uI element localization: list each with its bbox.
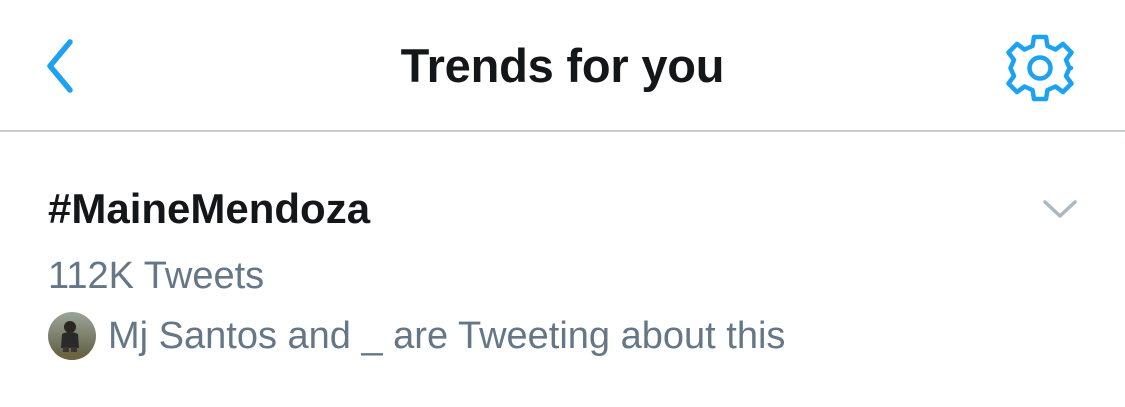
trend-name[interactable]: #MaineMendoza [48, 184, 370, 234]
trend-more-button[interactable] [1030, 184, 1090, 234]
navigation-header: Trends for you [0, 0, 1125, 132]
avatar [48, 312, 96, 360]
trend-item[interactable]: #MaineMendoza 112K Tweets Mj Santos and … [0, 134, 1125, 407]
settings-button[interactable] [1000, 30, 1080, 106]
trend-context: Mj Santos and _ are Tweeting about this [48, 310, 785, 362]
gear-icon [1005, 33, 1075, 103]
page-title: Trends for you [400, 39, 725, 92]
chevron-down-icon [1042, 199, 1078, 219]
trend-context-text: Mj Santos and _ are Tweeting about this [108, 315, 786, 357]
trend-tweet-count: 112K Tweets [48, 255, 265, 297]
